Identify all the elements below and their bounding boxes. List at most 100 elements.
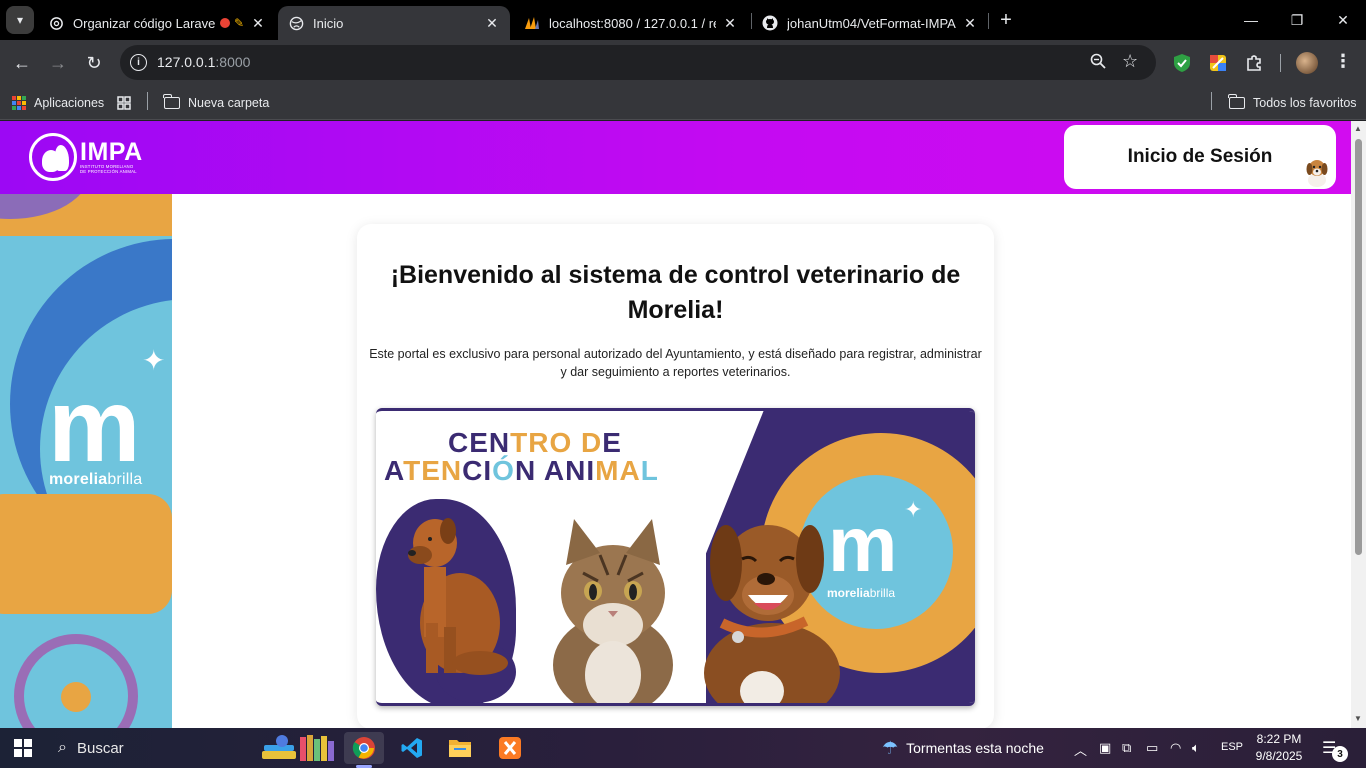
tab-strip: ▾ Organizar código Laravel ✎ ✕ Inicio ✕ … [0,0,1366,40]
close-tab-icon[interactable]: ✕ [722,15,738,31]
search-icon: ⌕ [58,739,67,756]
windows-start-icon[interactable] [14,739,32,757]
restore-button[interactable]: ❐ [1274,0,1320,40]
tab-groups-icon[interactable] [117,93,131,113]
banner-title-line2: ATENCIÓN ANIMAL [384,455,659,486]
welcome-card: ¡Bienvenido al sistema de control veteri… [357,224,994,728]
apps-grid-icon [12,96,26,110]
tab-title: johanUtm04/VetFormat-IMPA: S [787,15,956,31]
sitting-dog-image [408,518,508,675]
vscode-taskbar-icon[interactable] [392,732,432,764]
morelia-brilla-logo: m [48,368,141,484]
decorative-dot [61,682,91,712]
xampp-taskbar-icon[interactable] [490,732,530,764]
forward-button[interactable]: → [44,49,72,77]
globe-icon [288,15,304,31]
tab-search-button[interactable]: ▾ [6,6,34,34]
site-info-icon[interactable]: i [130,54,147,71]
tab-title: localhost:8080 / 127.0.0.1 / repo [549,15,716,31]
happy-dog-image [704,525,840,703]
storm-cloud-icon: ☂ [882,737,899,758]
wifi-icon[interactable]: ◠ [1170,740,1181,756]
battery-icon[interactable]: ▭ [1146,740,1158,756]
adblock-shield-icon[interactable] [1171,52,1193,74]
bookmark-nueva-carpeta[interactable]: Nueva carpeta [163,93,270,113]
toolbar-divider [1280,54,1281,72]
close-tab-icon[interactable]: ✕ [250,15,266,31]
login-label: Inicio de Sesión [1127,146,1273,167]
reload-button[interactable]: ↻ [80,49,108,77]
brand-text: IMPA INSTITUTO MORELIANO DE PROTECCIÓN A… [80,138,143,175]
notification-count: 3 [1332,746,1348,762]
scrollbar-thumb[interactable] [1355,139,1362,555]
new-tab-button[interactable]: + [994,8,1018,32]
sparkle-icon: ✦ [904,497,923,522]
chrome-taskbar-icon[interactable] [344,732,384,768]
folder-icon [163,94,180,109]
close-tab-icon[interactable]: ✕ [484,15,500,31]
bookmark-all-favorites[interactable]: Todos los favoritos [1228,93,1357,113]
sparkle-icon: ✦ [142,345,166,376]
login-button[interactable]: Inicio de Sesión [1064,125,1336,189]
morelia-brilla-wordmark: moreliabrilla [49,471,143,488]
browser-toolbar: ← → ↻ i 127.0.0.1:8000 ☆ ⋮ [0,40,1366,86]
extensions-puzzle-icon[interactable] [1243,52,1265,74]
windows-taskbar: ⌕ Buscar ☂ Tormentas esta noche ︿ ▣ ⧉ ▭ … [0,728,1366,768]
tab-organizar-codigo[interactable]: Organizar código Laravel ✎ ✕ [38,6,276,40]
weather-label: Tormentas esta noche [906,740,1044,756]
system-clock[interactable]: 8:22 PM 9/8/2025 [1248,731,1310,765]
bookmark-label: Nueva carpeta [188,96,270,110]
close-window-button[interactable]: ✕ [1320,0,1366,40]
bookmark-label: Todos los favoritos [1253,96,1357,110]
bookmark-divider [147,92,148,110]
profile-avatar[interactable] [1296,52,1318,74]
minimize-button[interactable]: — [1228,0,1274,40]
cat-image [553,519,673,703]
color-picker-extension-icon[interactable] [1207,52,1229,74]
bookmarks-bar: Aplicaciones Nueva carpeta Todos los fav… [0,86,1366,120]
tab-inicio[interactable]: Inicio ✕ [278,6,510,40]
brand-subtitle-2: DE PROTECCIÓN ANIMAL [80,169,137,174]
phpmyadmin-icon [524,15,540,31]
recording-icon [219,18,230,28]
folder-icon [1228,94,1245,109]
taskbar-search[interactable]: ⌕ Buscar [48,728,124,768]
decorative-side-panel: m ✦ moreliabrilla [0,194,172,728]
puppy-icon [1306,160,1328,187]
chatgpt-icon [48,15,64,31]
show-hidden-icons-chevron[interactable]: ︿ [1074,740,1087,759]
pencil-icon: ✎ [233,16,244,30]
site-header: IMPA INSTITUTO MORELIANO DE PROTECCIÓN A… [0,121,1351,194]
tab-title: Organizar código Laravel [73,15,216,31]
volume-icon[interactable]: 🔈︎ [1192,740,1200,756]
back-button[interactable]: ← [8,49,36,77]
scroll-up-arrow[interactable]: ▲ [1354,124,1362,133]
address-bar[interactable]: i 127.0.0.1:8000 ☆ [120,45,1156,80]
bookmark-apps[interactable]: Aplicaciones [12,93,104,113]
impa-logo[interactable]: IMPA INSTITUTO MORELIANO DE PROTECCIÓN A… [29,133,143,181]
bookmark-star-icon[interactable]: ☆ [1122,51,1138,72]
tab-github[interactable]: johanUtm04/VetFormat-IMPA: S ✕ [752,6,988,40]
file-explorer-taskbar-icon[interactable] [440,732,480,764]
clock-date: 9/8/2025 [1255,749,1303,763]
pet-silhouette-icon [29,133,77,181]
zoom-icon[interactable] [1090,53,1106,73]
scroll-down-arrow[interactable]: ▼ [1354,714,1362,723]
more-menu-icon[interactable]: ⋮ [1334,51,1352,72]
camera-tray-icon[interactable]: ▣ [1099,740,1111,756]
tab-divider [988,13,989,29]
close-tab-icon[interactable]: ✕ [962,15,978,31]
decorative-ring [14,634,138,728]
clock-time: 8:22 PM [1256,732,1302,746]
notification-center-icon[interactable]: ☰ 3 [1322,738,1348,762]
weather-widget[interactable]: ☂ Tormentas esta noche [882,728,1044,768]
books-widget-icon[interactable] [258,732,338,764]
input-language[interactable]: ESP [1221,741,1243,753]
page-viewport: IMPA INSTITUTO MORELIANO DE PROTECCIÓN A… [0,121,1351,728]
brand-name: IMPA [80,138,143,166]
page-scrollbar[interactable]: ▲ ▼ [1351,121,1366,728]
url-text[interactable]: 127.0.0.1:8000 [157,54,250,70]
tab-phpmyadmin[interactable]: localhost:8080 / 127.0.0.1 / repo ✕ [514,6,748,40]
monitor-tray-icon[interactable]: ⧉ [1122,740,1131,756]
search-label: Buscar [76,739,124,757]
